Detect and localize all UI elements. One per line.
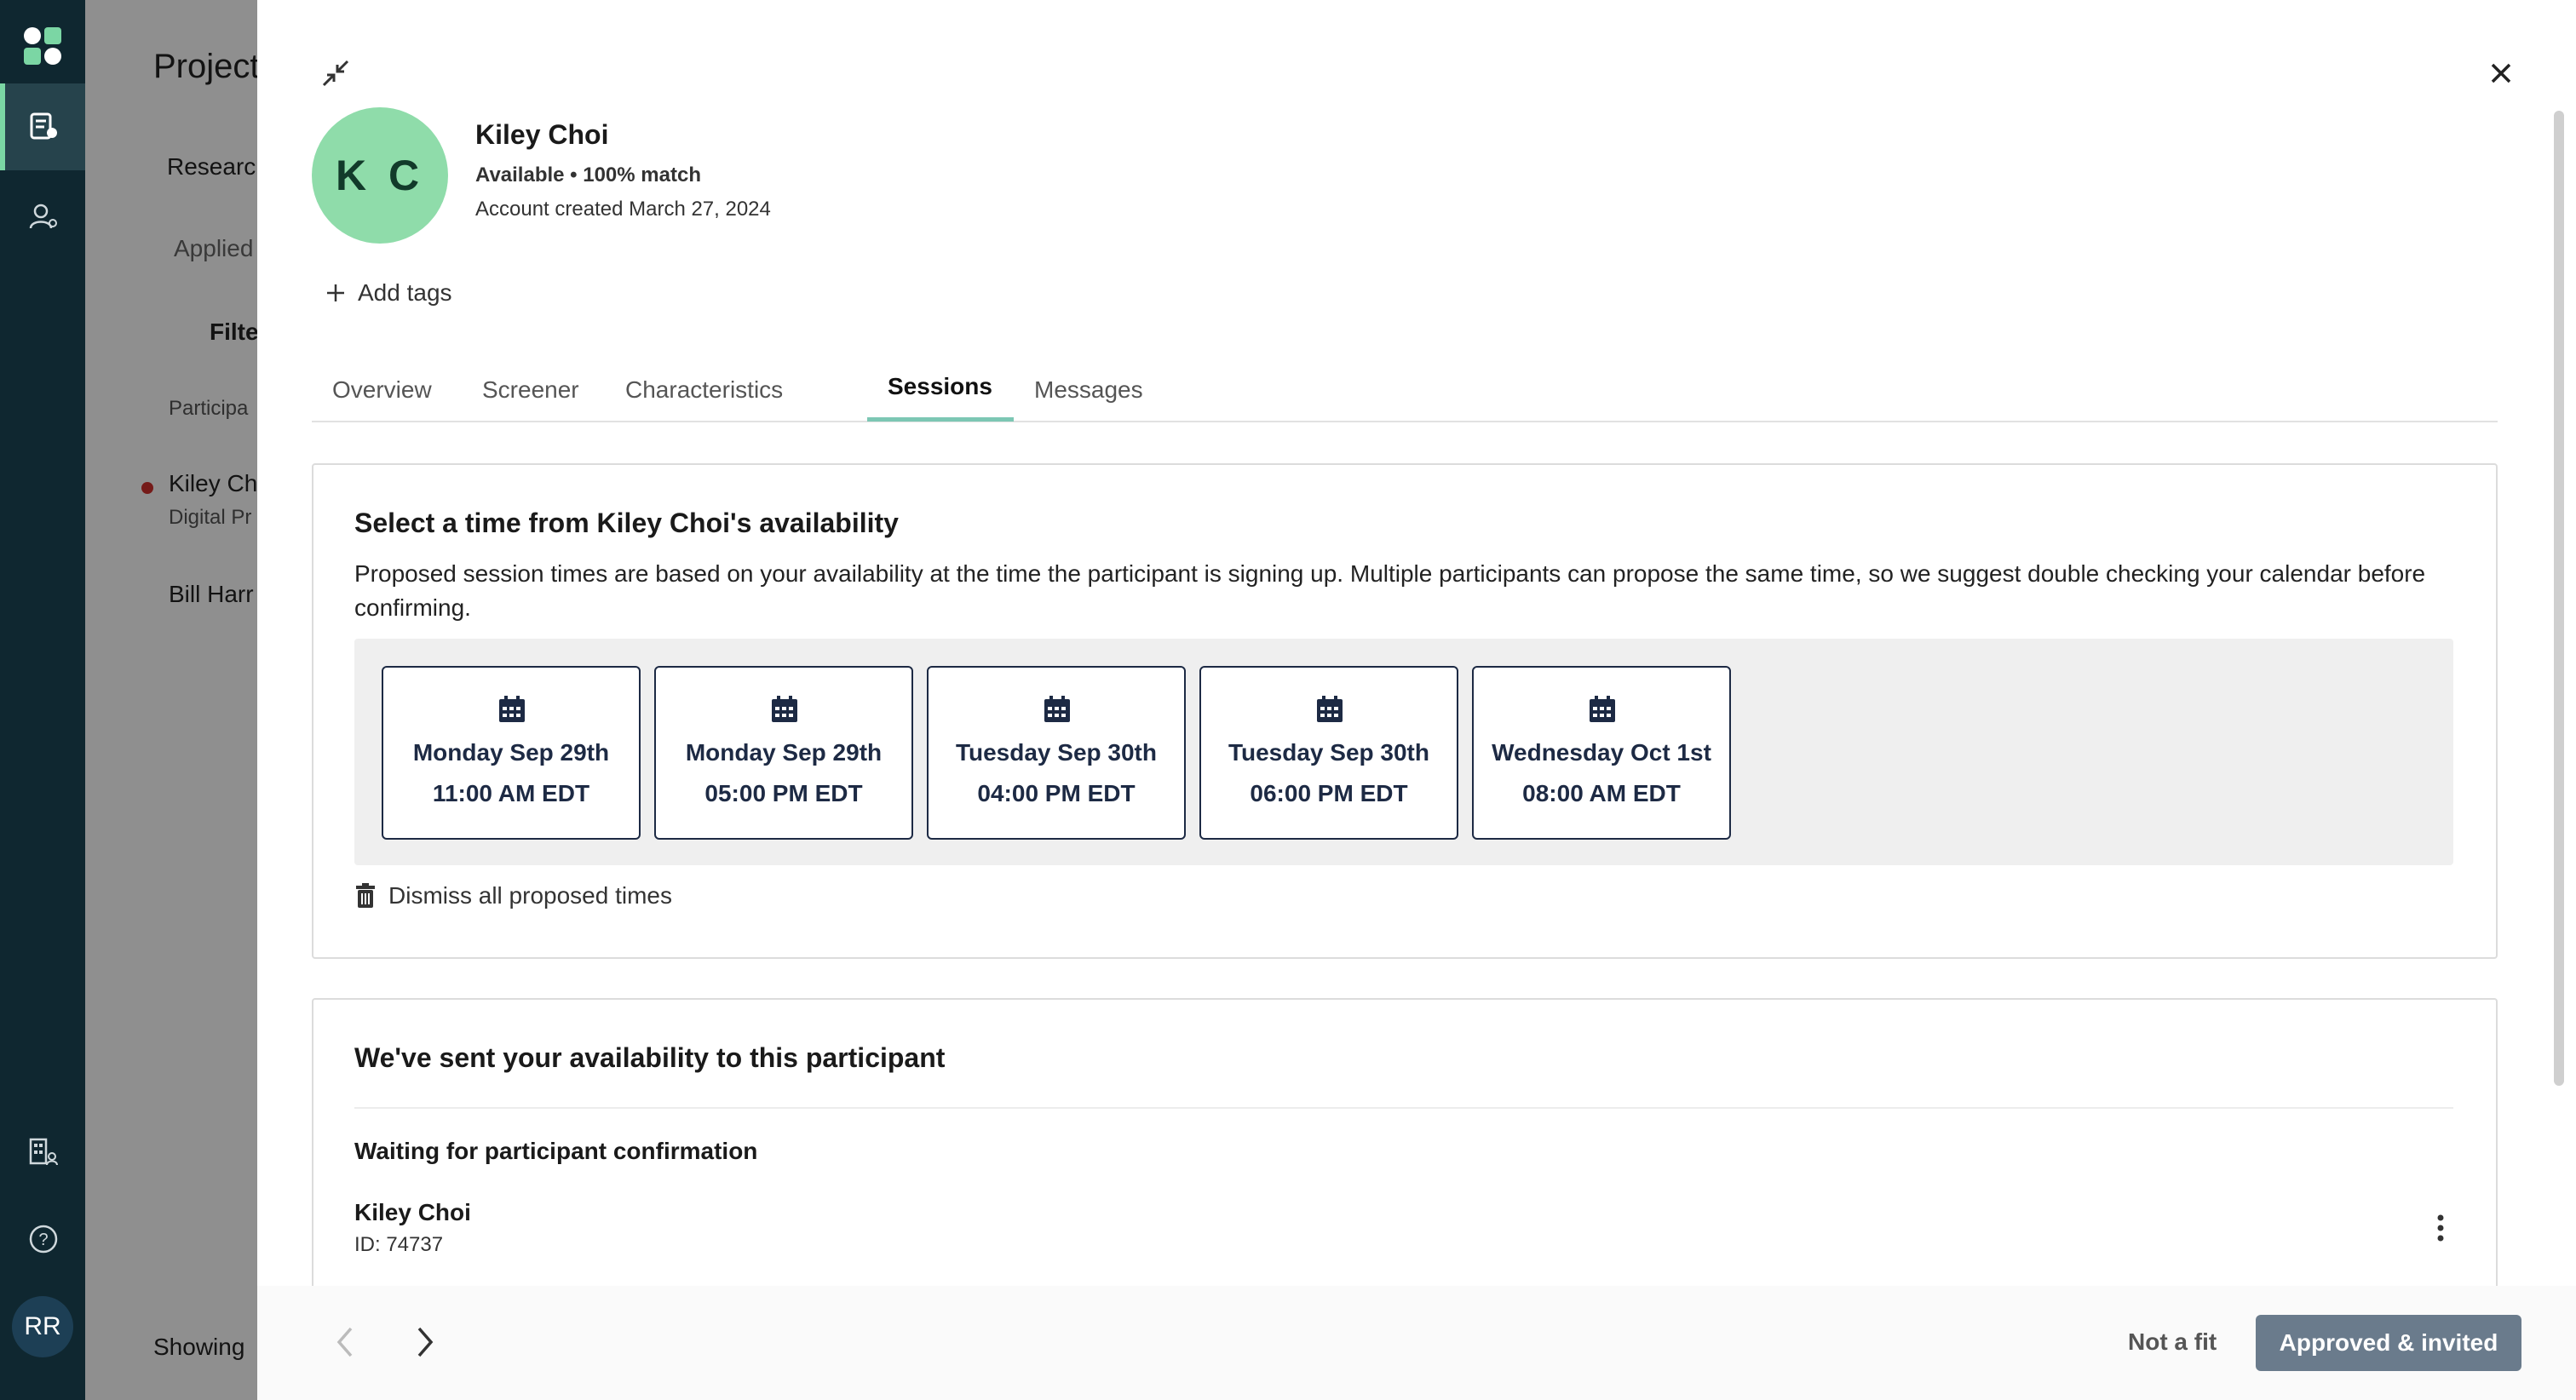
time-slot[interactable]: Wednesday Oct 1st 08:00 AM EDT xyxy=(1472,666,1731,840)
approve-invite-button[interactable]: Approved & invited xyxy=(2256,1315,2521,1371)
user-avatar[interactable]: RR xyxy=(12,1296,73,1357)
time-slot[interactable]: Tuesday Sep 30th 04:00 PM EDT xyxy=(927,666,1186,840)
help-icon[interactable]: ? xyxy=(27,1223,60,1255)
slot-date: Monday Sep 29th xyxy=(685,739,883,766)
sent-title: We've sent your availability to this par… xyxy=(354,1042,946,1073)
time-slot[interactable]: Monday Sep 29th 05:00 PM EDT xyxy=(654,666,913,840)
not-a-fit-button[interactable]: Not a fit xyxy=(2128,1328,2217,1356)
calendar-icon xyxy=(1590,696,1615,722)
slot-date: Monday Sep 29th xyxy=(412,739,610,766)
calendar-icon xyxy=(1044,696,1070,722)
trash-icon xyxy=(356,883,375,908)
add-tags-button[interactable]: Add tags xyxy=(325,279,452,307)
pending-participant-id: ID: 74737 xyxy=(354,1233,444,1256)
slot-time: 05:00 PM EDT xyxy=(704,780,863,806)
time-slot[interactable]: Monday Sep 29th 11:00 AM EDT xyxy=(382,666,641,840)
tab-sessions[interactable]: Sessions xyxy=(888,373,992,400)
calendar-icon xyxy=(1317,696,1343,722)
chevron-right-icon[interactable] xyxy=(411,1322,441,1363)
app-nav-rail: ? RR xyxy=(0,0,85,1400)
drawer-footer: Not a fit Approved & invited xyxy=(257,1286,2576,1400)
slot-date: Tuesday Sep 30th xyxy=(1228,739,1429,766)
tab-screener[interactable]: Screener xyxy=(482,376,579,404)
time-slot[interactable]: Tuesday Sep 30th 06:00 PM EDT xyxy=(1199,666,1458,840)
pending-participant-name: Kiley Choi xyxy=(354,1199,471,1225)
clipboard-icon[interactable] xyxy=(27,111,60,143)
more-options-icon[interactable] xyxy=(2428,1211,2453,1245)
calendar-icon xyxy=(772,696,797,722)
participants-icon[interactable] xyxy=(27,201,60,233)
collapse-icon[interactable] xyxy=(319,56,353,90)
svg-text:?: ? xyxy=(38,1231,48,1249)
add-tags-label: Add tags xyxy=(358,279,452,306)
scrollbar[interactable] xyxy=(2554,111,2564,1086)
slot-time: 04:00 PM EDT xyxy=(977,780,1136,806)
chevron-left-icon[interactable] xyxy=(329,1322,359,1363)
tab-overview[interactable]: Overview xyxy=(332,376,432,404)
tab-characteristics[interactable]: Characteristics xyxy=(625,376,783,404)
participant-name: Kiley Choi xyxy=(475,119,609,150)
tab-messages[interactable]: Messages xyxy=(1034,376,1143,404)
close-icon[interactable] xyxy=(2484,56,2518,90)
participant-avatar: K C xyxy=(312,107,448,244)
profile-tabs: Overview Screener Characteristics Sessio… xyxy=(312,366,2498,422)
availability-card: Select a time from Kiley Choi's availabi… xyxy=(312,463,2498,959)
availability-title: Select a time from Kiley Choi's availabi… xyxy=(354,508,899,538)
availability-description: Proposed session times are based on your… xyxy=(354,560,2426,621)
waiting-status: Waiting for participant confirmation xyxy=(354,1138,758,1164)
slot-date: Tuesday Sep 30th xyxy=(955,739,1157,766)
organization-icon[interactable] xyxy=(27,1136,60,1168)
app-logo-icon[interactable] xyxy=(22,26,63,66)
dismiss-times-button[interactable]: Dismiss all proposed times xyxy=(354,882,672,909)
account-created: Account created March 27, 2024 xyxy=(475,198,771,221)
calendar-icon xyxy=(499,696,525,722)
slot-time: 11:00 AM EDT xyxy=(432,780,590,806)
proposed-times: Monday Sep 29th 11:00 AM EDT Monday Sep … xyxy=(354,639,2453,865)
dismiss-label: Dismiss all proposed times xyxy=(388,882,672,909)
divider xyxy=(354,1107,2453,1109)
slot-time: 08:00 AM EDT xyxy=(1522,780,1681,806)
slot-date: Wednesday Oct 1st xyxy=(1492,739,1711,766)
plus-icon xyxy=(327,284,344,301)
participant-drawer: K C Kiley Choi Available • 100% match Ac… xyxy=(257,0,2576,1400)
active-tab-indicator xyxy=(867,417,1014,422)
participant-status: Available • 100% match xyxy=(475,164,701,186)
slot-time: 06:00 PM EDT xyxy=(1250,780,1408,806)
